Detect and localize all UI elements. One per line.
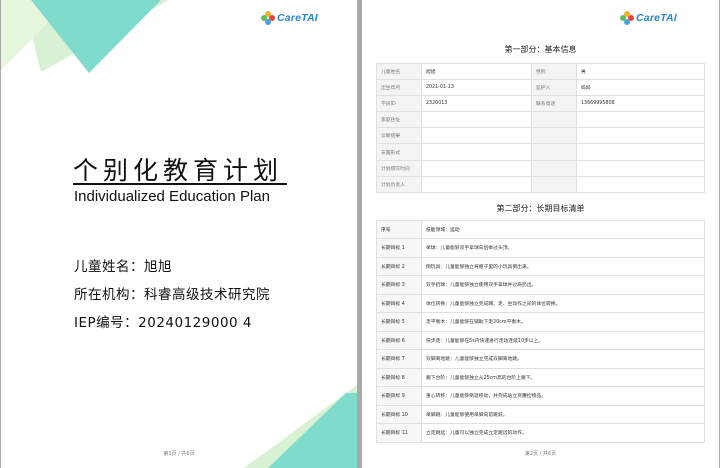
basic-field-value (576, 143, 705, 161)
basic-field-value (576, 159, 705, 177)
basic-field-value (421, 159, 532, 177)
table-row: 长期目标 3 双手扔球：儿童能够独立使用双手拿球并过肩扔出。 (376, 275, 705, 295)
goals-header-index: 序号 (376, 220, 422, 239)
basic-field-label: 计划撰写时间 (376, 159, 422, 177)
basic-field-value: 妈妈 (576, 79, 705, 97)
goal-description: 走平衡木：儿童能够在辅助下走20cm平衡木。 (421, 312, 705, 332)
table-row: 长期目标 2 倒玩具：儿童能够独立将瓶子里的小玩具倒出来。 (376, 256, 705, 276)
table-row: 长期目标 6 快步走：儿童能够在5s内快速进行走动连续10步以上。 (376, 330, 705, 350)
section-basic-title: 第一部分：基本信息 (504, 45, 577, 54)
page-footer: 第2页 / 共6页 (524, 451, 557, 457)
basic-field-value (576, 175, 705, 193)
basic-field-value: 13669995808 (576, 95, 705, 113)
table-row: 长期目标 7 双脚离地跳：儿童能够独立完成双脚离地跳。 (376, 349, 705, 369)
goal-index: 长期目标 4 (376, 293, 422, 313)
table-row: 家庭住址 (376, 111, 705, 129)
goal-index: 长期目标 10 (376, 404, 422, 424)
table-row: 长期目标 4 体位转换：儿童能够独立完成蹲、走、坐动作之间的体位转换。 (376, 293, 705, 313)
goal-index: 长期目标 2 (376, 256, 422, 276)
basic-field-label: 出生年月 (376, 79, 422, 97)
table-row: 安置形式 (376, 143, 705, 161)
cover-subtitle: Individualized Education Plan (74, 188, 270, 205)
table-row: 长期目标 5 走平衡木：儿童能够在辅助下走20cm平衡木。 (376, 312, 705, 332)
cover-title: 个别化教育计划 (73, 156, 284, 185)
basic-field-value (421, 111, 532, 129)
basic-field-label (531, 159, 577, 177)
table-row: 长期目标 11 立定跳远：儿童可以独立完成立定跳远的动作。 (376, 423, 705, 443)
basic-field-label: 儿童姓名 (376, 62, 422, 81)
basic-field-label: 诊断结果 (376, 127, 422, 145)
logo-flower-icon (261, 11, 275, 25)
goal-description: 跳下台阶：儿童能够独立从25cm高的台阶上跳下。 (421, 367, 705, 387)
table-row: 长期目标 9 重心转移：儿童能够倒退移动，并完成站立弯腰捡物品。 (376, 386, 705, 406)
basic-field-label: 监护人 (531, 79, 577, 97)
table-row: 出生年月 2021-01-13 监护人 妈妈 (376, 79, 705, 97)
child-name: 儿童姓名：旭旭 (74, 259, 172, 275)
table-row: 序号 技能领域：运动 (376, 220, 705, 239)
goal-index: 长期目标 5 (376, 312, 422, 332)
page-footer: 第1页 / 共6页 (163, 451, 195, 457)
goal-description: 重心转移：儿童能够倒退移动，并完成站立弯腰捡物品。 (421, 386, 705, 406)
table-row: 学员ID 2320013 联系电话 13669995808 (376, 95, 705, 113)
table-row: 儿童姓名 旭旭 性别男 (376, 62, 705, 81)
basic-field-label (531, 175, 577, 193)
goals-table: 序号 技能领域：运动 长期目标 1 举球：儿童能够双手拿球向后举过头顶。 长期目标 … (376, 220, 705, 443)
basic-field-value (421, 175, 532, 193)
basic-field-label (531, 127, 577, 145)
goal-index: 长期目标 9 (376, 386, 422, 406)
basic-field-value: 男 (576, 62, 705, 81)
basic-field-label: 计划负责人 (376, 175, 422, 193)
table-row: 诊断结果 (376, 127, 705, 145)
goal-description: 立定跳远：儿童可以独立完成立定跳远的动作。 (421, 423, 705, 443)
goal-index: 长期目标 1 (376, 238, 422, 258)
basic-field-label: 性别 (531, 62, 577, 81)
cover-title-rule (73, 183, 287, 185)
basic-field-value (421, 127, 532, 145)
goal-description: 单脚跳：儿童能够使用单脚向前跳跃。 (421, 404, 705, 424)
info-page: CareTAI 第一部分：基本信息 儿童姓名 旭旭 性别男出生年月 2021-01-1… (362, 0, 719, 468)
goal-description: 快步走：儿童能够在5s内快速进行走动连续10步以上。 (421, 330, 705, 350)
goal-index: 长期目标 8 (376, 367, 422, 387)
goal-description: 双脚离地跳：儿童能够独立完成双脚离地跳。 (421, 349, 705, 369)
goals-header-domain: 技能领域：运动 (421, 220, 705, 239)
iep-number: IEP编号：20240129000 4 (74, 315, 253, 331)
cover-decoration-top (1, 0, 169, 73)
basic-field-value: 旭旭 (421, 62, 532, 81)
basic-field-label (531, 143, 577, 161)
table-row: 计划负责人 (376, 175, 705, 193)
basic-field-value: 2021-01-13 (421, 79, 532, 97)
basic-field-label (531, 111, 577, 129)
goal-description: 倒玩具：儿童能够独立将瓶子里的小玩具倒出来。 (421, 256, 705, 276)
table-row: 长期目标 8 跳下台阶：儿童能够独立从25cm高的台阶上跳下。 (376, 367, 705, 387)
goal-index: 长期目标 11 (376, 423, 422, 443)
cover-page: CareTAI 个别化教育计划 Individualized Education… (1, 0, 357, 468)
goal-index: 长期目标 7 (376, 349, 422, 369)
brand-logo: CareTAI (620, 11, 677, 25)
goal-description: 体位转换：儿童能够独立完成蹲、走、坐动作之间的体位转换。 (421, 293, 705, 313)
brand-logo: CareTAI (261, 11, 318, 25)
brand-name: CareTAI (277, 12, 318, 24)
table-row: 长期目标 10 单脚跳：儿童能够使用单脚向前跳跃。 (376, 404, 705, 424)
basic-field-value (576, 127, 705, 145)
logo-flower-icon (620, 11, 634, 25)
basic-field-value (421, 143, 532, 161)
basic-field-label: 安置形式 (376, 143, 422, 161)
institution: 所在机构：科睿高级技术研究院 (74, 287, 270, 303)
table-row: 计划撰写时间 (376, 159, 705, 177)
basic-field-label: 家庭住址 (376, 111, 422, 129)
basic-field-label: 学员ID (376, 95, 422, 113)
basic-field-value (576, 111, 705, 129)
goal-description: 双手扔球：儿童能够独立使用双手拿球并过肩扔出。 (421, 275, 705, 295)
goal-description: 举球：儿童能够双手拿球向后举过头顶。 (421, 238, 705, 258)
goal-index: 长期目标 6 (376, 330, 422, 350)
goal-index: 长期目标 3 (376, 275, 422, 295)
basic-field-label: 联系电话 (531, 95, 577, 113)
basic-field-value: 2320013 (421, 95, 532, 113)
basic-info-table: 儿童姓名 旭旭 性别男出生年月 2021-01-13 监护人 妈妈 学员ID 2320013 联… (376, 62, 705, 193)
section-goals-title: 第二部分：长期目标清单 (496, 204, 585, 213)
brand-name: CareTAI (636, 12, 677, 24)
table-row: 长期目标 1 举球：儿童能够双手拿球向后举过头顶。 (376, 238, 705, 258)
